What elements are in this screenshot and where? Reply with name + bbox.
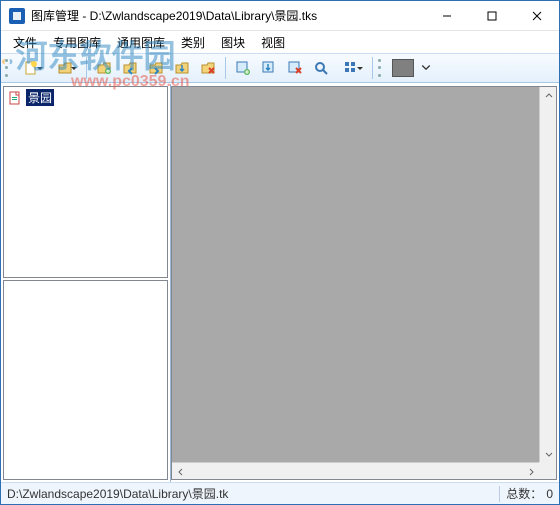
status-path: D:\Zwlandscape2019\Data\Library\景园.tk [7, 485, 493, 502]
scroll-left-button[interactable] [172, 463, 189, 480]
toolbar-sep [225, 57, 226, 79]
close-button[interactable] [514, 1, 559, 30]
tree-root-item[interactable]: 景园 [4, 87, 167, 108]
scroll-up-button[interactable] [540, 87, 557, 104]
menu-category[interactable]: 类别 [173, 32, 213, 53]
block-delete-button[interactable] [283, 56, 307, 80]
folder-import-button[interactable] [170, 56, 194, 80]
tree-pane[interactable]: 景园 [3, 86, 168, 278]
menu-special-lib[interactable]: 专用图库 [45, 32, 109, 53]
new-button[interactable] [15, 56, 47, 80]
toolbar-grip [5, 57, 10, 79]
horizontal-scrollbar[interactable] [172, 462, 539, 479]
status-sep [499, 486, 500, 502]
folder-prev-button[interactable] [118, 56, 142, 80]
status-count: 总数： 0 [506, 485, 553, 502]
scroll-down-button[interactable] [540, 445, 557, 462]
document-icon [8, 91, 22, 105]
scroll-corner [539, 462, 556, 479]
folder-new-button[interactable] [92, 56, 116, 80]
color-swatch [392, 59, 414, 77]
menu-block[interactable]: 图块 [213, 32, 253, 53]
client-area: 景园 [1, 83, 559, 482]
find-button[interactable] [309, 56, 333, 80]
toolbar-sep [372, 57, 373, 79]
folder-next-button[interactable] [144, 56, 168, 80]
toolbar-sep [86, 57, 87, 79]
tree-item-label: 景园 [26, 89, 54, 106]
menu-view[interactable]: 视图 [253, 32, 293, 53]
content-pane[interactable] [171, 86, 557, 480]
maximize-button[interactable] [469, 1, 514, 30]
window-title: 图库管理 - D:\Zwlandscape2019\Data\Library\景… [31, 7, 424, 24]
color-dropdown-button[interactable] [420, 56, 432, 80]
statusbar: D:\Zwlandscape2019\Data\Library\景园.tk 总数… [1, 482, 559, 504]
window-controls [424, 1, 559, 30]
block-import-button[interactable] [257, 56, 281, 80]
menu-file[interactable]: 文件 [5, 32, 45, 53]
vertical-scrollbar[interactable] [539, 87, 556, 462]
menu-general-lib[interactable]: 通用图库 [109, 32, 173, 53]
toolbar-grip [378, 57, 383, 79]
view-mode-button[interactable] [335, 56, 367, 80]
color-swatch-button[interactable] [388, 56, 418, 80]
toolbar [1, 53, 559, 83]
scroll-right-button[interactable] [522, 463, 539, 480]
app-icon [9, 8, 25, 24]
block-add-button[interactable] [231, 56, 255, 80]
preview-pane [3, 280, 168, 480]
status-count-label: 总数： [506, 485, 542, 502]
open-button[interactable] [49, 56, 81, 80]
folder-delete-button[interactable] [196, 56, 220, 80]
window-frame: 图库管理 - D:\Zwlandscape2019\Data\Library\景… [0, 0, 560, 505]
minimize-button[interactable] [424, 1, 469, 30]
status-count-value: 0 [546, 487, 553, 501]
titlebar: 图库管理 - D:\Zwlandscape2019\Data\Library\景… [1, 1, 559, 31]
left-column: 景园 [1, 84, 171, 482]
menubar: 文件 专用图库 通用图库 类别 图块 视图 [1, 31, 559, 53]
